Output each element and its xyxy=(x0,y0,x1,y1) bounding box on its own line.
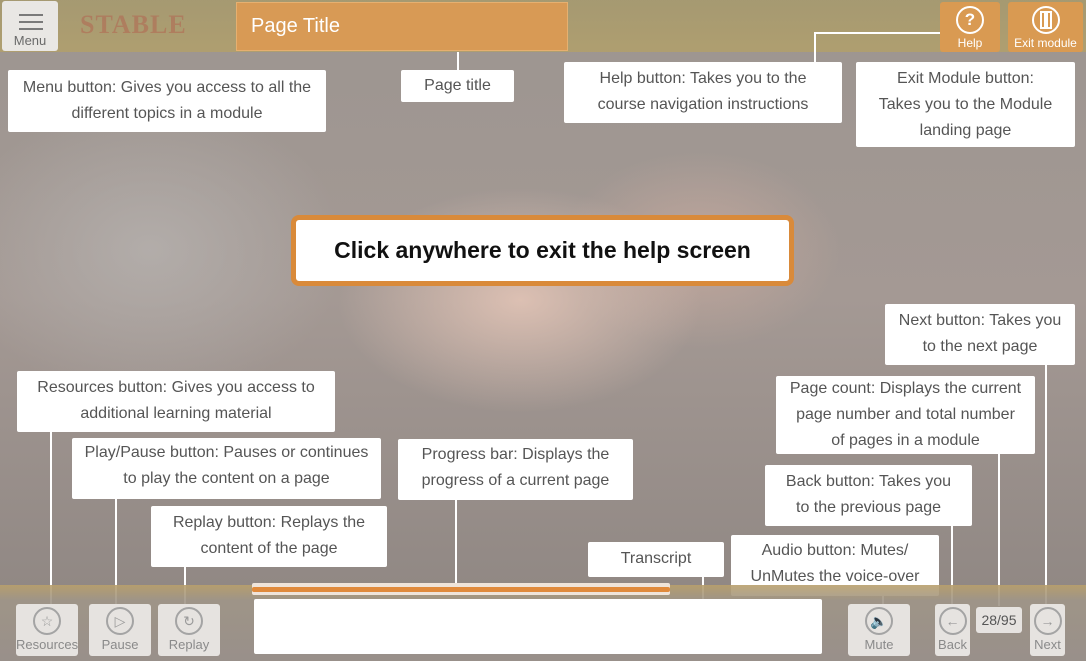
tip-line: page number and total number xyxy=(796,406,1015,423)
exit-door-icon xyxy=(1032,6,1060,34)
exit-label: Exit module xyxy=(1014,36,1077,50)
help-label: Help xyxy=(957,36,983,50)
pause-button[interactable]: ▷ Pause xyxy=(89,604,151,656)
tip-line: Resources button: Gives you access to xyxy=(37,379,315,396)
page-count-tip: Page count: Displays the current page nu… xyxy=(776,376,1035,454)
transcript-tip: Transcript xyxy=(588,542,724,577)
tip-line: Page count: Displays the current xyxy=(789,380,1022,397)
tip-line: Back button: Takes you xyxy=(785,473,952,490)
tip-line: to the previous page xyxy=(796,499,941,516)
tip-line: additional learning material xyxy=(80,405,272,422)
tip-line: landing page xyxy=(919,122,1012,139)
next-label: Next xyxy=(1034,637,1061,652)
tip-line: Play/Pause button: Pauses or continues xyxy=(84,444,369,461)
exit-module-button[interactable]: Exit module xyxy=(1008,2,1083,52)
tip-line: Help button: Takes you to the xyxy=(599,70,807,87)
replay-button-tip: Replay button: Replays the content of th… xyxy=(151,506,387,567)
tip-line: course navigation instructions xyxy=(597,96,809,113)
exit-module-tip: Exit Module button: Takes you to the Mod… xyxy=(856,62,1075,147)
tip-line: to the next page xyxy=(922,338,1038,355)
tip-line: of pages in a module xyxy=(831,432,980,449)
pause-label: Pause xyxy=(101,637,139,652)
hamburger-icon xyxy=(19,14,43,30)
connector-line xyxy=(1045,365,1047,607)
connector-line xyxy=(457,52,459,70)
tip-line: Page title xyxy=(424,77,491,94)
back-button[interactable]: ← Back xyxy=(935,604,970,656)
transcript-box[interactable] xyxy=(254,599,822,654)
tip-line: Next button: Takes you xyxy=(898,312,1062,329)
back-button-tip: Back button: Takes you to the previous p… xyxy=(765,465,972,526)
tip-line: Progress bar: Displays the xyxy=(421,446,610,463)
arrow-right-icon: → xyxy=(1033,607,1062,635)
progress-fill xyxy=(252,587,670,592)
connector-line xyxy=(455,500,457,583)
speaker-icon: 🔈 xyxy=(865,607,893,635)
next-button[interactable]: → Next xyxy=(1030,604,1065,656)
connector-line xyxy=(998,454,1000,606)
replay-button[interactable]: ↻ Replay xyxy=(158,604,220,656)
question-icon: ? xyxy=(956,6,984,34)
tip-line: to play the content on a page xyxy=(123,470,330,487)
tip-line: Menu button: Gives you access to all the xyxy=(22,79,312,96)
tip-line: different topics in a module xyxy=(71,105,263,122)
next-button-tip: Next button: Takes you to the next page xyxy=(885,304,1075,365)
mute-button[interactable]: 🔈 Mute xyxy=(848,604,910,656)
page-count: 28/95 xyxy=(976,607,1022,633)
tip-line: Takes you to the Module xyxy=(878,96,1053,113)
help-button-tip: Help button: Takes you to the course nav… xyxy=(564,62,842,123)
exit-help-message[interactable]: Click anywhere to exit the help screen xyxy=(291,215,794,286)
logo: STABLE xyxy=(80,10,187,39)
arrow-left-icon: ← xyxy=(938,607,967,635)
progress-bar-tip: Progress bar: Displays the progress of a… xyxy=(398,439,633,500)
replay-label: Replay xyxy=(168,637,210,652)
resources-icon: ☆ xyxy=(33,607,61,635)
help-button[interactable]: ? Help xyxy=(940,2,1000,52)
tip-line: Exit Module button: xyxy=(897,70,1034,87)
resources-button-tip: Resources button: Gives you access to ad… xyxy=(17,371,335,432)
connector-line xyxy=(814,32,816,62)
replay-icon: ↻ xyxy=(175,607,203,635)
resources-button[interactable]: ☆ Resources xyxy=(16,604,78,656)
tip-line: Audio button: Mutes/ xyxy=(761,542,909,559)
tip-line: content of the page xyxy=(200,540,338,557)
menu-button[interactable]: Menu xyxy=(2,1,58,51)
tip-line: Transcript xyxy=(620,550,692,567)
menu-button-tip: Menu button: Gives you access to all the… xyxy=(8,70,326,132)
page-title: Page Title xyxy=(236,2,568,51)
back-label: Back xyxy=(938,637,967,652)
tip-line: progress of a current page xyxy=(421,472,610,489)
resources-label: Resources xyxy=(16,637,79,652)
play-pause-tip: Play/Pause button: Pauses or continues t… xyxy=(72,438,381,499)
page-title-tip: Page title xyxy=(401,70,514,102)
menu-label: Menu xyxy=(13,33,47,48)
connector-line xyxy=(814,32,940,34)
connector-line xyxy=(50,432,52,604)
progress-bar xyxy=(252,583,670,595)
play-icon: ▷ xyxy=(106,607,134,635)
tip-line: Replay button: Replays the xyxy=(172,514,366,531)
mute-label: Mute xyxy=(864,637,894,652)
